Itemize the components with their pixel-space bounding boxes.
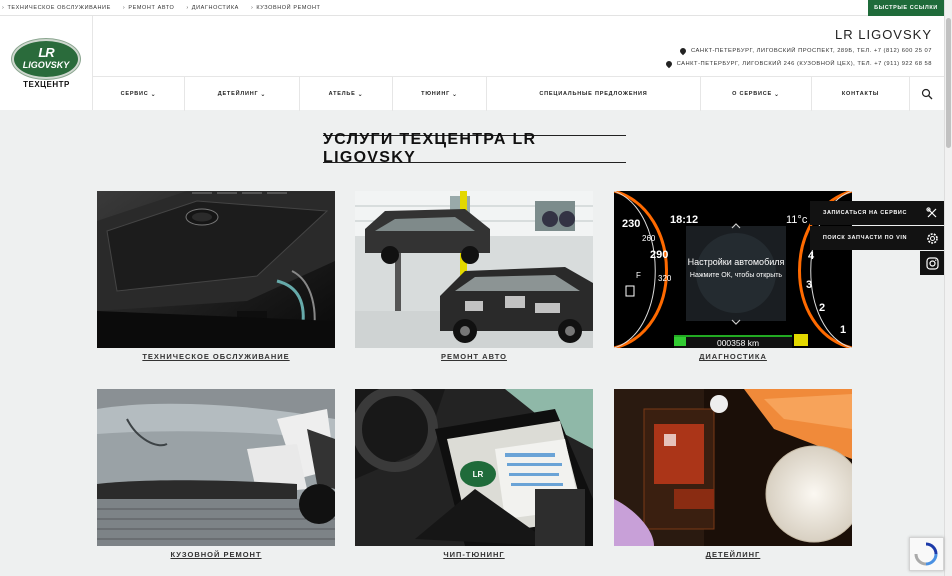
- address-2-text: САНКТ-ПЕТЕРБУРГ, ЛИГОВСКИЙ 246 (КУЗОВНОЙ…: [676, 61, 932, 67]
- nav-item-special-offers[interactable]: СПЕЦИАЛЬНЫЕ ПРЕДЛОЖЕНИЯ: [487, 77, 701, 111]
- dash-r4: 4: [808, 250, 815, 262]
- logo-oval: LR LIGOVSKY: [12, 39, 80, 79]
- workshop-image: [355, 191, 593, 348]
- address-line-2: САНКТ-ПЕТЕРБУРГ, ЛИГОВСКИЙ 246 (КУЗОВНОЙ…: [664, 59, 932, 69]
- map-pin-icon: [664, 59, 673, 69]
- card-caption[interactable]: ДИАГНОСТИКА: [614, 352, 852, 361]
- dash-temp: 11°c: [786, 214, 808, 226]
- nav-item-detailing[interactable]: ДЕТЕЙЛИНГ ⌄: [185, 77, 300, 111]
- card-caption[interactable]: ТЕХНИЧЕСКОЕ ОБСЛУЖИВАНИЕ: [97, 352, 335, 361]
- card-caption[interactable]: ЧИП-ТЮНИНГ: [355, 550, 593, 559]
- site-header: LR LIGOVSKY ТЕХЦЕНТР LR LIGOVSKY САНКТ-П…: [0, 16, 944, 111]
- nav-label: СЕРВИС: [120, 91, 149, 97]
- nav-item-service[interactable]: СЕРВИС ⌄: [93, 77, 185, 111]
- dash-260: 260: [642, 234, 656, 243]
- card-caption[interactable]: РЕМОНТ АВТО: [355, 352, 593, 361]
- map-pin-icon: [678, 46, 688, 56]
- dash-menu-hint: Нажмите ОК, чтобы открыть: [690, 271, 783, 279]
- dash-odometer: 000358 km: [717, 338, 759, 348]
- search-button[interactable]: [910, 77, 944, 111]
- recaptcha-badge[interactable]: [909, 537, 944, 571]
- engine-image: [97, 191, 335, 348]
- top-link-body-repair[interactable]: КУЗОВНОЙ РЕМОНТ: [251, 5, 321, 11]
- top-link-repair[interactable]: РЕМОНТ АВТО: [123, 5, 174, 11]
- chip-tuning-image: LR: [355, 389, 593, 546]
- nav-label: СПЕЦИАЛЬНЫЕ ПРЕДЛОЖЕНИЯ: [539, 91, 648, 97]
- chevron-down-icon: ⌄: [357, 91, 364, 98]
- nav-item-tuning[interactable]: ТЮНИНГ ⌄: [393, 77, 487, 111]
- nav-item-about[interactable]: О СЕРВИСЕ ⌄: [701, 77, 812, 111]
- scrollbar-thumb[interactable]: [946, 18, 951, 148]
- top-link-diagnostics[interactable]: ДИАГНОСТИКА: [186, 5, 239, 11]
- nav-item-atelier[interactable]: АТЕЛЬЕ ⌄: [300, 77, 393, 111]
- address-line-1: САНКТ-ПЕТЕРБУРГ, ЛИГОВСКИЙ ПРОСПЕКТ, 289…: [678, 46, 932, 56]
- detailing-image: [614, 389, 852, 546]
- chevron-down-icon: ⌄: [150, 91, 157, 98]
- instagram-button[interactable]: [920, 251, 944, 275]
- body-repair-image: [97, 389, 335, 546]
- main-nav: СЕРВИС ⌄ ДЕТЕЙЛИНГ ⌄ АТЕЛЬЕ ⌄ ТЮНИНГ ⌄ СПЕЦИ…: [93, 76, 944, 111]
- logo-lr: LR: [38, 45, 54, 60]
- dash-r2: 2: [819, 302, 825, 314]
- tools-icon: [920, 201, 944, 225]
- dash-230: 230: [622, 218, 640, 230]
- brand-name: LR LIGOVSKY: [835, 27, 932, 42]
- page-title: УСЛУГИ ТЕХЦЕНТРА LR LIGOVSKY: [323, 131, 626, 166]
- address-1-text: САНКТ-ПЕТЕРБУРГ, ЛИГОВСКИЙ ПРОСПЕКТ, 289…: [690, 48, 932, 54]
- top-links: ТЕХНИЧЕСКОЕ ОБСЛУЖИВАНИЕ РЕМОНТ АВТО ДИА…: [2, 0, 333, 16]
- top-link-maintenance[interactable]: ТЕХНИЧЕСКОЕ ОБСЛУЖИВАНИЕ: [2, 5, 111, 11]
- nav-label: КОНТАКТЫ: [841, 91, 880, 97]
- chevron-down-icon: ⌄: [260, 91, 267, 98]
- dash-320: 320: [658, 274, 672, 283]
- nav-label: ТЮНИНГ: [421, 91, 451, 97]
- top-bar: ТЕХНИЧЕСКОЕ ОБСЛУЖИВАНИЕ РЕМОНТ АВТО ДИА…: [0, 0, 952, 16]
- vin-search-label: ПОИСК ЗАПЧАСТИ ПО VIN: [822, 235, 908, 241]
- logo-name: LIGOVSKY: [22, 60, 70, 70]
- search-icon: [921, 88, 933, 100]
- dash-r3: 3: [806, 279, 812, 291]
- dash-time: 18:12: [670, 214, 698, 226]
- page-scrollbar[interactable]: [944, 0, 952, 576]
- nav-label: АТЕЛЬЕ: [328, 91, 356, 97]
- chevron-down-icon: ⌄: [774, 91, 780, 98]
- nav-label: ДЕТЕЙЛИНГ: [217, 91, 259, 97]
- vin-search-widget[interactable]: ПОИСК ЗАПЧАСТИ ПО VIN: [810, 226, 944, 250]
- dash-fuel: F: [636, 271, 641, 280]
- recaptcha-icon: [914, 542, 938, 566]
- chevron-down-icon: ⌄: [452, 91, 458, 98]
- dash-menu-title: Настройки автомобиля: [688, 257, 785, 267]
- svg-text:LR: LR: [473, 470, 484, 479]
- logo-subtitle: ТЕХЦЕНТР: [23, 80, 70, 89]
- logo[interactable]: LR LIGOVSKY ТЕХЦЕНТР: [0, 16, 93, 110]
- book-service-label: ЗАПИСАТЬСЯ НА СЕРВИС: [822, 210, 908, 216]
- nav-item-contacts[interactable]: КОНТАКТЫ: [812, 77, 910, 111]
- card-caption[interactable]: ДЕТЕЙЛИНГ: [614, 550, 852, 559]
- nav-label: О СЕРВИСЕ: [732, 91, 773, 97]
- instagram-icon: [925, 256, 939, 270]
- book-service-widget[interactable]: ЗАПИСАТЬСЯ НА СЕРВИС: [810, 201, 944, 225]
- dash-r1: 1: [840, 324, 846, 336]
- card-caption[interactable]: КУЗОВНОЙ РЕМОНТ: [97, 550, 335, 559]
- quick-links-button[interactable]: БЫСТРЫЕ ССЫЛКИ: [868, 0, 944, 16]
- gear-icon: [920, 226, 944, 250]
- dash-290: 290: [650, 249, 668, 261]
